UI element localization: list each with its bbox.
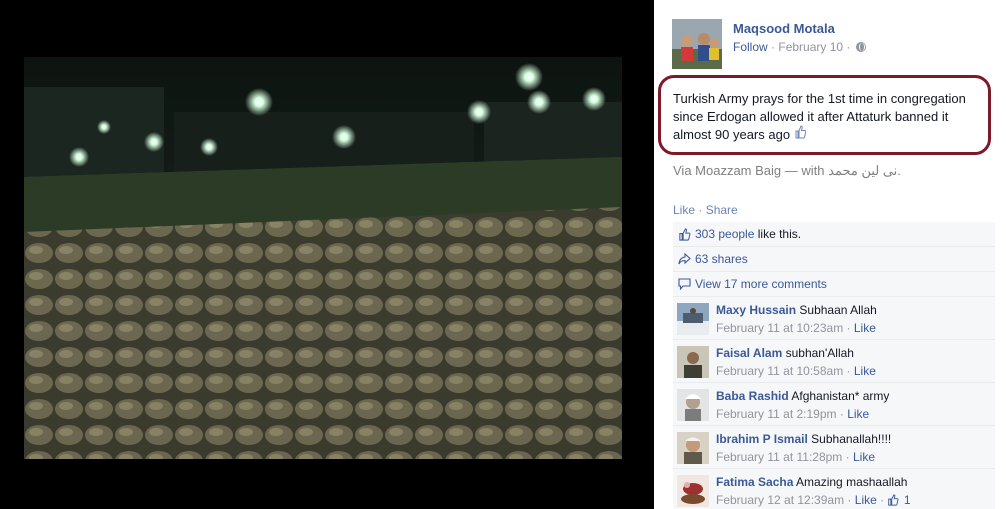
comment-body: Baba Rashid Afghanistan* army — [716, 389, 889, 403]
author-name[interactable]: Maqsood Motala — [733, 21, 835, 36]
comment-time[interactable]: February 11 at 2:19pm — [716, 407, 837, 421]
comment-text: Subhanallah!!!! — [811, 432, 892, 446]
like-link[interactable]: Like — [673, 203, 695, 217]
comment-item: Maxy Hussain Subhaan Allah February 11 a… — [673, 297, 995, 340]
comment-text: Subhaan Allah — [799, 303, 877, 317]
comment-like-link[interactable]: Like — [855, 493, 877, 507]
commenter-avatar[interactable] — [677, 346, 709, 378]
comment-body: Maxy Hussain Subhaan Allah — [716, 303, 877, 317]
comment-bubble-icon — [677, 277, 691, 291]
meta-separator: · — [846, 40, 851, 54]
meta-separator: · — [846, 321, 851, 335]
commenter-avatar[interactable] — [677, 389, 709, 421]
meta-separator: · — [846, 364, 851, 378]
share-link[interactable]: Share — [706, 203, 738, 217]
comment-item: Faisal Alam subhan'Allah February 11 at … — [673, 340, 995, 383]
commenter-avatar[interactable] — [677, 303, 709, 335]
comment-body: Ibrahim P Ismail Subhanallah!!!! — [716, 432, 891, 446]
action-separator: · — [698, 203, 703, 217]
comment-item: Fatima Sacha Amazing mashaallah February… — [673, 469, 995, 509]
feedback-section: 303 people like this. 63 shares View 17 … — [673, 222, 995, 509]
comment-meta: February 11 at 10:58am · Like — [716, 364, 876, 378]
comment-time[interactable]: February 11 at 10:23am — [716, 321, 843, 335]
post-photo[interactable] — [24, 57, 622, 459]
comment-time[interactable]: February 11 at 11:28pm — [716, 450, 842, 464]
meta-separator: · — [880, 493, 885, 507]
tagged-name[interactable]: نی لین محمد. — [828, 163, 901, 178]
comment-meta: February 11 at 10:23am · Like — [716, 321, 876, 335]
comment-like-link[interactable]: Like — [854, 321, 876, 335]
post-actions: Like · Share — [673, 203, 738, 217]
author-avatar[interactable] — [672, 19, 722, 69]
comment-meta: February 12 at 12:39am · Like · 1 — [716, 493, 911, 507]
share-arrow-icon — [677, 252, 691, 266]
post-body: Turkish Army prays for the 1st time in c… — [673, 91, 966, 142]
commenter-avatar[interactable] — [677, 432, 709, 464]
shares-link[interactable]: 63 shares — [695, 252, 748, 266]
meta-separator: · — [839, 407, 844, 421]
with-label: with — [801, 163, 825, 178]
likes-count-link[interactable]: 303 people — [695, 227, 754, 241]
comment-meta: February 11 at 11:28pm · Like — [716, 450, 875, 464]
via-line: Via Moazzam Baig — with نی لین محمد. — [673, 163, 901, 179]
shares-row: 63 shares — [673, 247, 995, 272]
commenter-name[interactable]: Faisal Alam — [716, 346, 782, 360]
comment-like-link[interactable]: Like — [853, 450, 875, 464]
post-details-panel: Maqsood Motala Follow · February 10 · Tu… — [654, 0, 1006, 509]
commenter-name[interactable]: Ibrahim P Ismail — [716, 432, 808, 446]
commenter-avatar[interactable] — [677, 475, 709, 507]
meta-separator: · — [847, 493, 852, 507]
comment-item: Ibrahim P Ismail Subhanallah!!!! Februar… — [673, 426, 995, 469]
post-author: Maqsood Motala Follow · February 10 · — [672, 19, 992, 71]
globe-icon[interactable] — [855, 42, 866, 52]
post-date[interactable]: February 10 — [778, 40, 843, 54]
comment-text: Amazing mashaallah — [796, 475, 908, 489]
comment-like-count[interactable]: 1 — [904, 493, 911, 507]
commenter-name[interactable]: Maxy Hussain — [716, 303, 796, 317]
commenter-name[interactable]: Baba Rashid — [716, 389, 789, 403]
likes-row: 303 people like this. — [673, 222, 995, 247]
comment-body: Fatima Sacha Amazing mashaallah — [716, 475, 907, 489]
thumbs-up-icon — [887, 494, 899, 506]
comment-body: Faisal Alam subhan'Allah — [716, 346, 854, 360]
photo-viewer — [0, 0, 654, 509]
via-text: Via Moazzam Baig — — [673, 163, 798, 178]
post-text: Turkish Army prays for the 1st time in c… — [673, 90, 978, 144]
comment-time[interactable]: February 11 at 10:58am — [716, 364, 843, 378]
comment-text: Afghanistan* army — [791, 389, 890, 403]
comment-like-link[interactable]: Like — [847, 407, 869, 421]
thumbs-up-icon — [677, 227, 691, 241]
view-more-row: View 17 more comments — [673, 272, 995, 297]
comment-meta: February 11 at 2:19pm · Like — [716, 407, 869, 421]
commenter-name[interactable]: Fatima Sacha — [716, 475, 793, 489]
meta-separator: · — [771, 40, 776, 54]
soldiers-praying-image — [24, 57, 622, 459]
comment-time[interactable]: February 12 at 12:39am — [716, 493, 844, 507]
view-more-comments-link[interactable]: View 17 more comments — [695, 277, 827, 291]
follow-link[interactable]: Follow — [733, 40, 768, 54]
comment-like-link[interactable]: Like — [854, 364, 876, 378]
comment-text: subhan'Allah — [785, 346, 854, 360]
comment-item: Baba Rashid Afghanistan* army February 1… — [673, 383, 995, 426]
author-meta: Follow · February 10 · — [733, 40, 866, 54]
likes-suffix: like this. — [757, 227, 802, 241]
thumbs-up-outline-icon — [794, 125, 807, 144]
meta-separator: · — [845, 450, 850, 464]
